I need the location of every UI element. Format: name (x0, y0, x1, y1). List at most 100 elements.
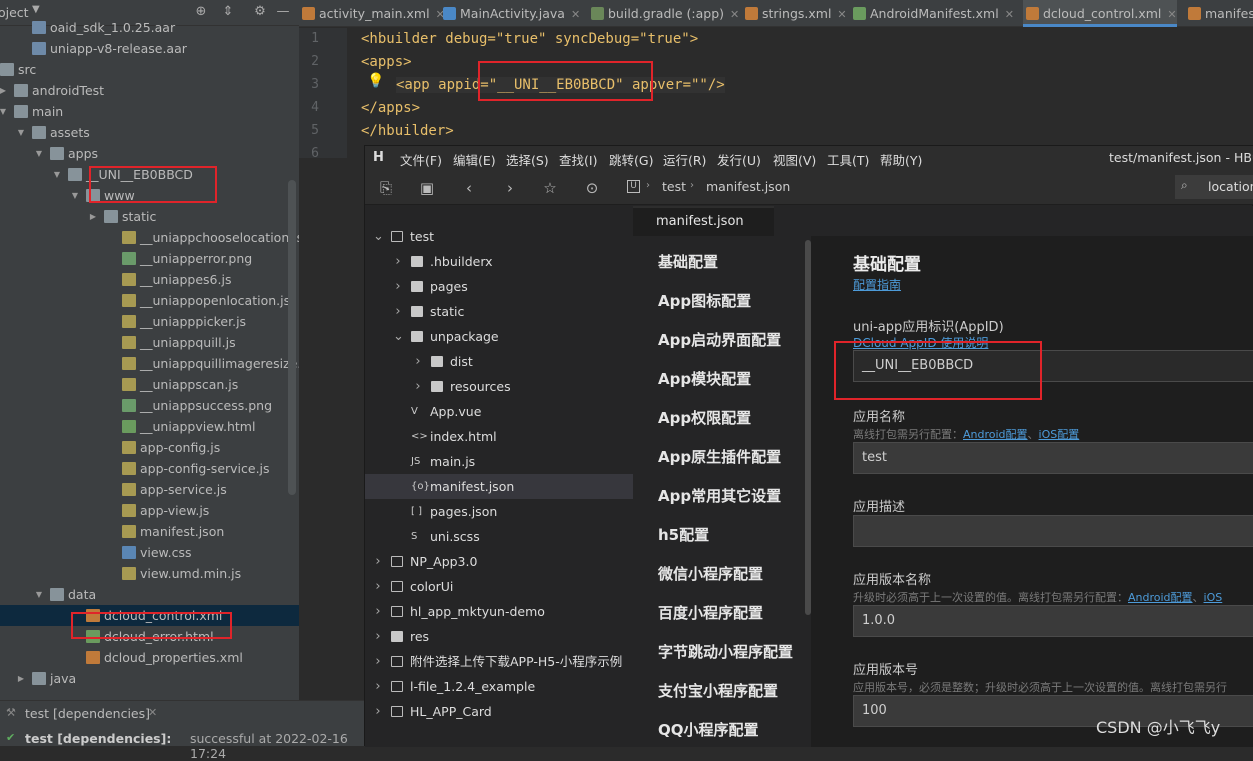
tree-item[interactable]: ▶ static (0, 206, 299, 227)
tree-item[interactable]: ▼ assets (0, 122, 299, 143)
config-nav-item[interactable]: App原生插件配置 (658, 446, 781, 467)
app-desc-field[interactable] (853, 515, 1253, 547)
chevron-right-icon[interactable]: › (373, 699, 383, 724)
file-tree-item[interactable]: <> index.html (365, 424, 633, 449)
chevron-down-icon[interactable]: ▼ (52, 164, 62, 185)
tree-item[interactable]: __uniapppicker.js (0, 311, 299, 332)
android-config-link[interactable]: Android配置 (963, 428, 1028, 441)
config-nav-item[interactable]: 百度小程序配置 (658, 602, 763, 623)
menu-item[interactable]: 查找(I) (559, 150, 597, 169)
tree-item[interactable]: __uniapperror.png (0, 248, 299, 269)
file-tree-item[interactable]: › l-file_1.2.4_example (365, 674, 633, 699)
tree-item[interactable]: dcloud_properties.xml (0, 647, 299, 668)
chevron-down-icon[interactable]: ▼ (34, 584, 44, 605)
chevron-right-icon[interactable]: › (413, 349, 423, 374)
editor-tab[interactable]: build.gradle (:app) ✕ (588, 0, 739, 27)
new-file-icon[interactable]: ⎘ (377, 179, 395, 197)
config-nav-item[interactable]: 支付宝小程序配置 (658, 680, 778, 701)
chevron-right-icon[interactable]: › (393, 249, 403, 274)
tree-item[interactable]: __uniappquillimageresize.js (0, 353, 311, 374)
code-area[interactable]: <hbuilder debug="true" syncDebug="true">… (299, 28, 1253, 158)
config-nav-item[interactable]: App启动界面配置 (658, 329, 781, 350)
breadcrumb-file[interactable]: manifest.json (706, 179, 790, 194)
version-name-field[interactable]: 1.0.0 (853, 605, 1253, 637)
chevron-right-icon[interactable]: › (373, 674, 383, 699)
tree-item[interactable]: app-config.js (0, 437, 299, 458)
scrollbar[interactable] (288, 180, 296, 495)
close-icon[interactable]: ✕ (571, 8, 580, 21)
tree-item[interactable]: oaid_sdk_1.0.25.aar (0, 17, 299, 38)
save-icon[interactable]: ▣ (418, 179, 436, 197)
config-nav-item[interactable]: App权限配置 (658, 407, 751, 428)
file-tree-item[interactable]: › NP_App3.0 (365, 549, 633, 574)
menu-item[interactable]: 工具(T) (827, 150, 869, 169)
tree-item[interactable]: ▼ data (0, 584, 299, 605)
ios-config-link[interactable]: iOS配置 (1039, 428, 1080, 441)
star-icon[interactable]: ☆ (541, 179, 559, 197)
editor-tab-manifest[interactable]: manifest.json (633, 206, 774, 236)
chevron-right-icon[interactable]: ▶ (16, 668, 26, 689)
app-name-field[interactable]: test (853, 442, 1253, 474)
file-tree-item[interactable]: › static (365, 299, 633, 324)
menu-item[interactable]: 帮助(Y) (880, 150, 922, 169)
chevron-right-icon[interactable]: › (373, 649, 383, 674)
file-tree-item[interactable]: › colorUi (365, 574, 633, 599)
chevron-down-icon[interactable]: ⌄ (393, 324, 404, 349)
chevron-down-icon[interactable]: ▼ (32, 4, 40, 15)
tree-item[interactable]: ▼src (0, 59, 299, 80)
back-icon[interactable]: ‹ (460, 179, 478, 197)
editor-tab[interactable]: dcloud_control.xml ✕ (1023, 0, 1177, 27)
tree-item[interactable]: __uniappchooselocation.js (0, 227, 303, 248)
bulb-icon[interactable]: 💡 (367, 73, 384, 89)
file-tree-item[interactable]: › .hbuilderx (365, 249, 633, 274)
ios-config-link[interactable]: iOS (1204, 591, 1223, 604)
config-nav-item[interactable]: QQ小程序配置 (658, 719, 759, 740)
menu-item[interactable]: 视图(V) (773, 150, 816, 169)
file-tree-item[interactable]: › 附件选择上传下载APP-H5-小程序示例 (365, 649, 633, 674)
chevron-right-icon[interactable]: › (393, 299, 403, 324)
tree-item[interactable]: __uniappsuccess.png (0, 395, 299, 416)
file-tree-item[interactable]: [ ] pages.json (365, 499, 633, 524)
chevron-down-icon[interactable]: ▼ (34, 143, 44, 164)
code-line[interactable]: </apps> (361, 100, 420, 116)
tree-item[interactable]: ▶ java (0, 668, 299, 689)
chevron-right-icon[interactable]: ▶ (88, 206, 98, 227)
chevron-down-icon[interactable]: ⌄ (373, 224, 384, 249)
config-nav-item[interactable]: App常用其它设置 (658, 485, 781, 506)
config-nav-item[interactable]: 微信小程序配置 (658, 563, 763, 584)
tree-item[interactable]: __uniappes6.js (0, 269, 299, 290)
tree-item[interactable]: app-config-service.js (0, 458, 299, 479)
file-tree-item[interactable]: › resources (365, 374, 633, 399)
close-icon[interactable]: ✕ (837, 8, 846, 21)
chevron-right-icon[interactable]: › (393, 274, 403, 299)
tree-item[interactable]: __uniappquill.js (0, 332, 299, 353)
build-tab[interactable]: test [dependencies] (25, 706, 150, 721)
file-tree-item[interactable]: Suni.scss (365, 524, 633, 549)
code-line[interactable]: <apps> (361, 54, 412, 70)
code-line[interactable]: </hbuilder> (361, 123, 454, 139)
tree-item[interactable]: ▼ apps (0, 143, 299, 164)
breadcrumb-project[interactable]: test (662, 179, 686, 194)
chevron-right-icon[interactable]: ▶ (0, 80, 8, 101)
menu-item[interactable]: 选择(S) (506, 150, 549, 169)
editor-tab[interactable]: manifes (1185, 0, 1253, 27)
tree-item[interactable]: __uniappscan.js (0, 374, 299, 395)
chevron-down-icon[interactable]: ▼ (0, 101, 8, 122)
android-config-link[interactable]: Android配置 (1128, 591, 1193, 604)
file-tree-item[interactable]: {o} manifest.json (365, 474, 633, 499)
chevron-right-icon[interactable]: › (413, 374, 423, 399)
tree-item[interactable]: ▼ main (0, 101, 299, 122)
file-tree-item[interactable]: › HL_APP_Card (365, 699, 633, 724)
file-tree-item[interactable]: › dist (365, 349, 633, 374)
config-nav-item[interactable]: App模块配置 (658, 368, 751, 389)
close-icon[interactable]: ✕ (1167, 8, 1176, 21)
menu-item[interactable]: 跳转(G) (609, 150, 653, 169)
tree-item[interactable]: uniapp-v8-release.aar (0, 38, 299, 59)
config-guide-link[interactable]: 配置指南 (853, 276, 901, 293)
file-tree-item[interactable]: ⌄ unpackage (365, 324, 633, 349)
tree-item[interactable]: app-service.js (0, 479, 299, 500)
editor-tab[interactable]: AndroidManifest.xml ✕ (850, 0, 1014, 27)
file-tree-item[interactable]: JS main.js (365, 449, 633, 474)
config-nav-item[interactable]: h5配置 (658, 524, 709, 545)
chevron-down-icon[interactable]: ▼ (16, 122, 26, 143)
